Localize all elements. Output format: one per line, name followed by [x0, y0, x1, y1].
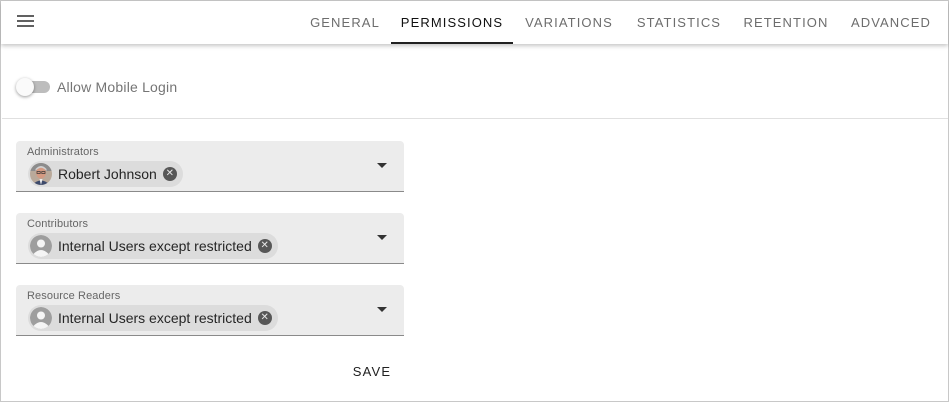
- remove-chip-icon[interactable]: ✕: [257, 311, 272, 325]
- chip-label: Internal Users except restricted: [58, 310, 252, 326]
- dropdown-arrow-icon[interactable]: [377, 163, 387, 168]
- top-app-bar: GENERAL PERMISSIONS VARIATIONS STATISTIC…: [1, 1, 948, 44]
- chip-label: Internal Users except restricted: [58, 238, 252, 254]
- group-chip[interactable]: Internal Users except restricted ✕: [28, 233, 278, 259]
- tab-retention-label: RETENTION: [743, 15, 829, 30]
- tab-advanced-label: ADVANCED: [850, 15, 932, 30]
- tab-general[interactable]: GENERAL: [301, 1, 389, 44]
- contributors-select[interactable]: Contributors Internal Users except restr…: [16, 213, 404, 264]
- section-divider: [2, 118, 948, 119]
- hamburger-menu-icon[interactable]: [16, 13, 36, 31]
- tab-statistics-label: STATISTICS: [636, 15, 722, 30]
- remove-chip-icon[interactable]: ✕: [162, 167, 177, 181]
- resource-readers-label: Resource Readers: [27, 290, 121, 302]
- tab-permissions-label: PERMISSIONS: [400, 15, 504, 30]
- tab-statistics[interactable]: STATISTICS: [627, 1, 731, 44]
- default-user-icon: [30, 307, 52, 329]
- chip-label: Robert Johnson: [58, 166, 157, 182]
- active-tab-indicator: [391, 42, 513, 44]
- permissions-panel: GENERAL PERMISSIONS VARIATIONS STATISTIC…: [0, 0, 949, 402]
- tab-permissions[interactable]: PERMISSIONS: [391, 1, 513, 44]
- contributors-label: Contributors: [27, 218, 89, 230]
- tab-retention[interactable]: RETENTION: [735, 1, 837, 44]
- user-photo-avatar: [30, 163, 52, 185]
- tab-variations[interactable]: VARIATIONS: [515, 1, 623, 44]
- administrators-select[interactable]: Administrators Robert Johnson ✕: [16, 141, 404, 192]
- default-user-icon: [30, 235, 52, 257]
- tab-variations-label: VARIATIONS: [525, 15, 613, 30]
- tab-general-label: GENERAL: [310, 15, 380, 30]
- toggle-thumb: [16, 78, 34, 96]
- save-button[interactable]: SAVE: [341, 356, 403, 388]
- administrators-label: Administrators: [27, 146, 99, 158]
- tab-advanced[interactable]: ADVANCED: [841, 1, 941, 44]
- mobile-login-label: Allow Mobile Login: [57, 79, 178, 95]
- remove-chip-icon[interactable]: ✕: [257, 239, 272, 253]
- mobile-login-toggle[interactable]: [16, 78, 52, 96]
- dropdown-arrow-icon[interactable]: [377, 307, 387, 312]
- user-chip[interactable]: Robert Johnson ✕: [28, 161, 183, 187]
- dropdown-arrow-icon[interactable]: [377, 235, 387, 240]
- group-chip[interactable]: Internal Users except restricted ✕: [28, 305, 278, 331]
- resource-readers-select[interactable]: Resource Readers Internal Users except r…: [16, 285, 404, 336]
